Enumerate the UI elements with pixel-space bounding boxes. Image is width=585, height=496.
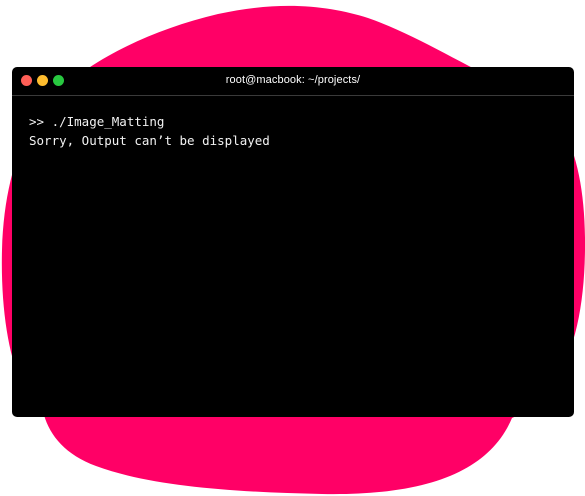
terminal-window: root@macbook: ~/projects/ >> ./Image_Mat… [12,67,574,417]
output-line: Sorry, Output can’t be displayed [29,133,270,148]
title-bar: root@macbook: ~/projects/ [12,67,574,96]
terminal-output[interactable]: >> ./Image_Matting Sorry, Output can’t b… [12,96,574,150]
window-title: root@macbook: ~/projects/ [225,74,361,86]
command-line: >> ./Image_Matting [29,114,165,129]
